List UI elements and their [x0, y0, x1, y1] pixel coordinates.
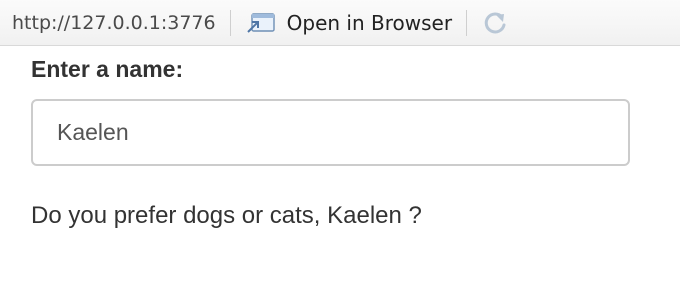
external-window-icon [245, 11, 277, 35]
refresh-icon[interactable] [481, 9, 509, 37]
name-field-label: Enter a name: [31, 56, 184, 82]
open-in-browser-button[interactable]: Open in Browser [245, 11, 452, 35]
url-display: http://127.0.0.1:3776 [12, 11, 216, 34]
open-in-browser-label: Open in Browser [286, 10, 453, 35]
main-content: Enter a name: Do you prefer dogs or cats… [31, 56, 631, 230]
toolbar-divider [466, 9, 468, 36]
viewer-toolbar: http://127.0.0.1:3776 Open in Browser [0, 0, 680, 46]
name-input[interactable] [31, 99, 630, 166]
output-message: Do you prefer dogs or cats, Kaelen ? [31, 202, 422, 229]
toolbar-divider [229, 9, 231, 36]
